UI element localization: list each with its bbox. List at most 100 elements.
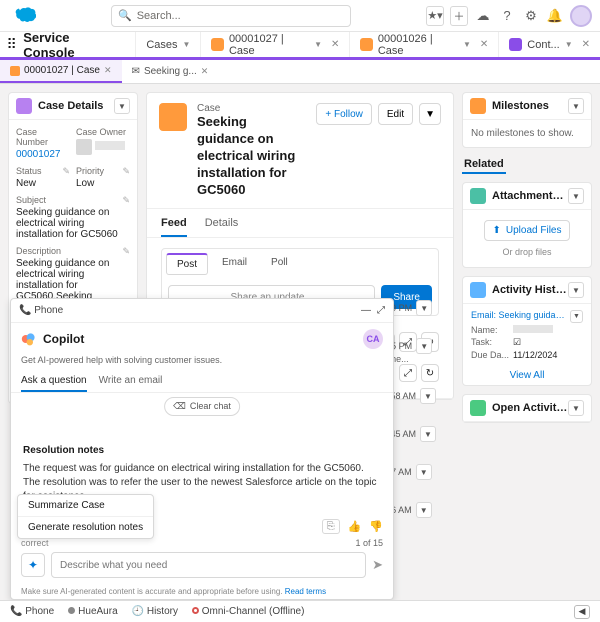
clear-chat-button[interactable]: ⌫Clear chat xyxy=(164,397,240,416)
card-menu-button[interactable]: ▼ xyxy=(568,282,584,298)
activity-history-card: Activity History (1)▼ Email: Seeking gui… xyxy=(462,276,592,386)
global-search-input[interactable]: 🔍Search... xyxy=(111,5,351,27)
field-label: Task: xyxy=(471,337,513,348)
edit-pencil-icon[interactable] xyxy=(122,195,130,206)
open-activities-card: Open Activities (0)▼ xyxy=(462,394,592,423)
thumbs-up-icon[interactable]: 👍 xyxy=(348,520,362,533)
setup-gear-icon[interactable]: ⚙ xyxy=(522,7,540,25)
copilot-tab-ask[interactable]: Ask a question xyxy=(21,371,87,392)
card-menu-button[interactable]: ▼ xyxy=(114,98,130,114)
upload-icon: ⬆ xyxy=(493,225,501,236)
copilot-header: Copilot CA xyxy=(11,323,393,355)
nav-tab-contact[interactable]: Cont...▼✕ xyxy=(498,32,600,57)
salesforce-logo-icon xyxy=(8,6,36,26)
sparkle-button[interactable]: ✦ xyxy=(21,553,45,577)
app-nav: ⠿ Service Console Cases▼ 00001027 | Case… xyxy=(0,32,600,60)
subject-value: Seeking guidance on electrical wiring in… xyxy=(16,207,130,240)
copilot-user-avatar[interactable]: CA xyxy=(363,329,383,349)
utility-history[interactable]: 🕘 History xyxy=(132,606,178,617)
copilot-input[interactable] xyxy=(51,552,366,578)
utility-collapse-button[interactable]: ◀ xyxy=(574,605,590,619)
global-search-wrap: 🔍Search... xyxy=(36,5,426,27)
app-launcher-icon[interactable]: ⠿ xyxy=(0,36,23,53)
header-actions: + Follow Edit ▼ xyxy=(316,103,441,125)
broom-icon: ⌫ xyxy=(173,401,186,412)
page-counter: 1 of 15 xyxy=(355,538,383,548)
view-all-link[interactable]: View All xyxy=(463,366,591,385)
chevron-down-icon: ▼ xyxy=(565,40,573,49)
drop-hint: Or drop files xyxy=(473,247,581,257)
favorites-button[interactable]: ★▾ xyxy=(426,6,444,26)
row-menu-button[interactable]: ▼ xyxy=(416,502,432,518)
field-label: Subject xyxy=(16,195,46,205)
follow-button[interactable]: + Follow xyxy=(316,103,372,125)
case-number-link[interactable]: 00001027 xyxy=(16,149,61,160)
priority-value: Low xyxy=(76,178,130,189)
card-menu-button[interactable]: ▼ xyxy=(568,98,584,114)
close-icon[interactable]: ✕ xyxy=(331,39,339,50)
user-avatar[interactable] xyxy=(570,5,592,27)
related-tab[interactable]: Related xyxy=(462,156,506,174)
global-create-button[interactable]: ＋ xyxy=(450,6,468,26)
copy-button[interactable]: ⎘ xyxy=(322,519,340,534)
close-icon[interactable]: ✕ xyxy=(480,39,488,50)
thumbs-down-icon[interactable]: 👎 xyxy=(369,520,383,533)
utility-hueaura[interactable]: HueAura xyxy=(68,606,117,617)
email-icon: ✉ xyxy=(132,66,140,77)
utility-omni[interactable]: Omni-Channel (Offline) xyxy=(192,606,304,617)
copilot-tab-email[interactable]: Write an email xyxy=(99,371,163,392)
row-menu-button[interactable]: ▼ xyxy=(416,464,432,480)
card-menu-button[interactable]: ▼ xyxy=(568,188,584,204)
row-menu-button[interactable]: ▼ xyxy=(416,300,432,316)
row-menu-button[interactable]: ▼ xyxy=(420,388,436,404)
app-name: Service Console xyxy=(23,30,135,60)
phone-icon: 📞 xyxy=(19,305,31,316)
tab-feed[interactable]: Feed xyxy=(161,217,187,237)
close-icon[interactable]: ✕ xyxy=(201,66,209,77)
activity-link[interactable]: Email: Seeking guidance on ele... xyxy=(471,310,567,323)
nav-item-cases[interactable]: Cases▼ xyxy=(135,32,200,57)
send-icon[interactable]: ➤ xyxy=(372,557,383,573)
read-terms-link[interactable]: Read terms xyxy=(285,587,326,596)
upload-files-button[interactable]: ⬆Upload Files xyxy=(484,220,571,241)
edit-pencil-icon[interactable] xyxy=(62,166,70,177)
copilot-subtitle: Get AI-powered help with solving custome… xyxy=(11,355,393,371)
row-menu-button[interactable]: ▼ xyxy=(570,310,583,323)
popout-icon[interactable]: ⤢ xyxy=(377,305,385,316)
record-tabs: Feed Details xyxy=(147,209,453,238)
edit-pencil-icon[interactable] xyxy=(122,166,130,177)
global-header: 🔍Search... ★▾ ＋ ☁ ? ⚙ 🔔 xyxy=(0,0,600,32)
case-icon xyxy=(360,38,372,51)
nav-tab-case-1027[interactable]: 00001027 | Case▼✕ xyxy=(200,32,349,57)
resolution-title: Resolution notes xyxy=(23,445,381,456)
offset-label: correct xyxy=(21,538,49,548)
card-title: Open Activities (0) xyxy=(492,402,568,414)
row-menu-button[interactable]: ▼ xyxy=(420,426,436,442)
subtab-case[interactable]: 00001027 | Case✕ xyxy=(0,60,122,83)
more-actions-button[interactable]: ▼ xyxy=(419,103,441,125)
nav-tab-case-1026[interactable]: 00001026 | Case▼✕ xyxy=(349,32,498,57)
notifications-bell-icon[interactable]: 🔔 xyxy=(546,7,564,25)
suggestion-resolution[interactable]: Generate resolution notes xyxy=(18,517,153,538)
details-icon xyxy=(16,98,32,114)
minimize-icon[interactable]: — xyxy=(361,305,371,316)
utility-phone[interactable]: 📞 Phone xyxy=(10,606,54,617)
composer-tab-poll[interactable]: Poll xyxy=(261,253,298,275)
trailhead-icon[interactable]: ☁ xyxy=(474,7,492,25)
tab-details[interactable]: Details xyxy=(205,217,239,237)
subtab-email[interactable]: ✉Seeking g...✕ xyxy=(122,60,219,83)
composer-tab-email[interactable]: Email xyxy=(212,253,257,275)
attachments-card: Attachments (0)▼ ⬆Upload Files Or drop f… xyxy=(462,182,592,268)
close-icon[interactable]: ✕ xyxy=(104,65,112,76)
card-menu-button[interactable]: ▼ xyxy=(568,400,584,416)
copilot-logo-icon xyxy=(21,331,37,347)
attachments-icon xyxy=(470,188,486,204)
suggestion-summarize[interactable]: Summarize Case xyxy=(18,495,153,517)
help-icon[interactable]: ? xyxy=(498,7,516,25)
edit-pencil-icon[interactable] xyxy=(122,246,130,257)
close-icon[interactable]: ✕ xyxy=(582,39,590,50)
composer-tab-post[interactable]: Post xyxy=(166,253,208,275)
row-menu-button[interactable]: ▼ xyxy=(416,338,432,354)
status-value: New xyxy=(16,178,70,189)
edit-button[interactable]: Edit xyxy=(378,103,413,125)
